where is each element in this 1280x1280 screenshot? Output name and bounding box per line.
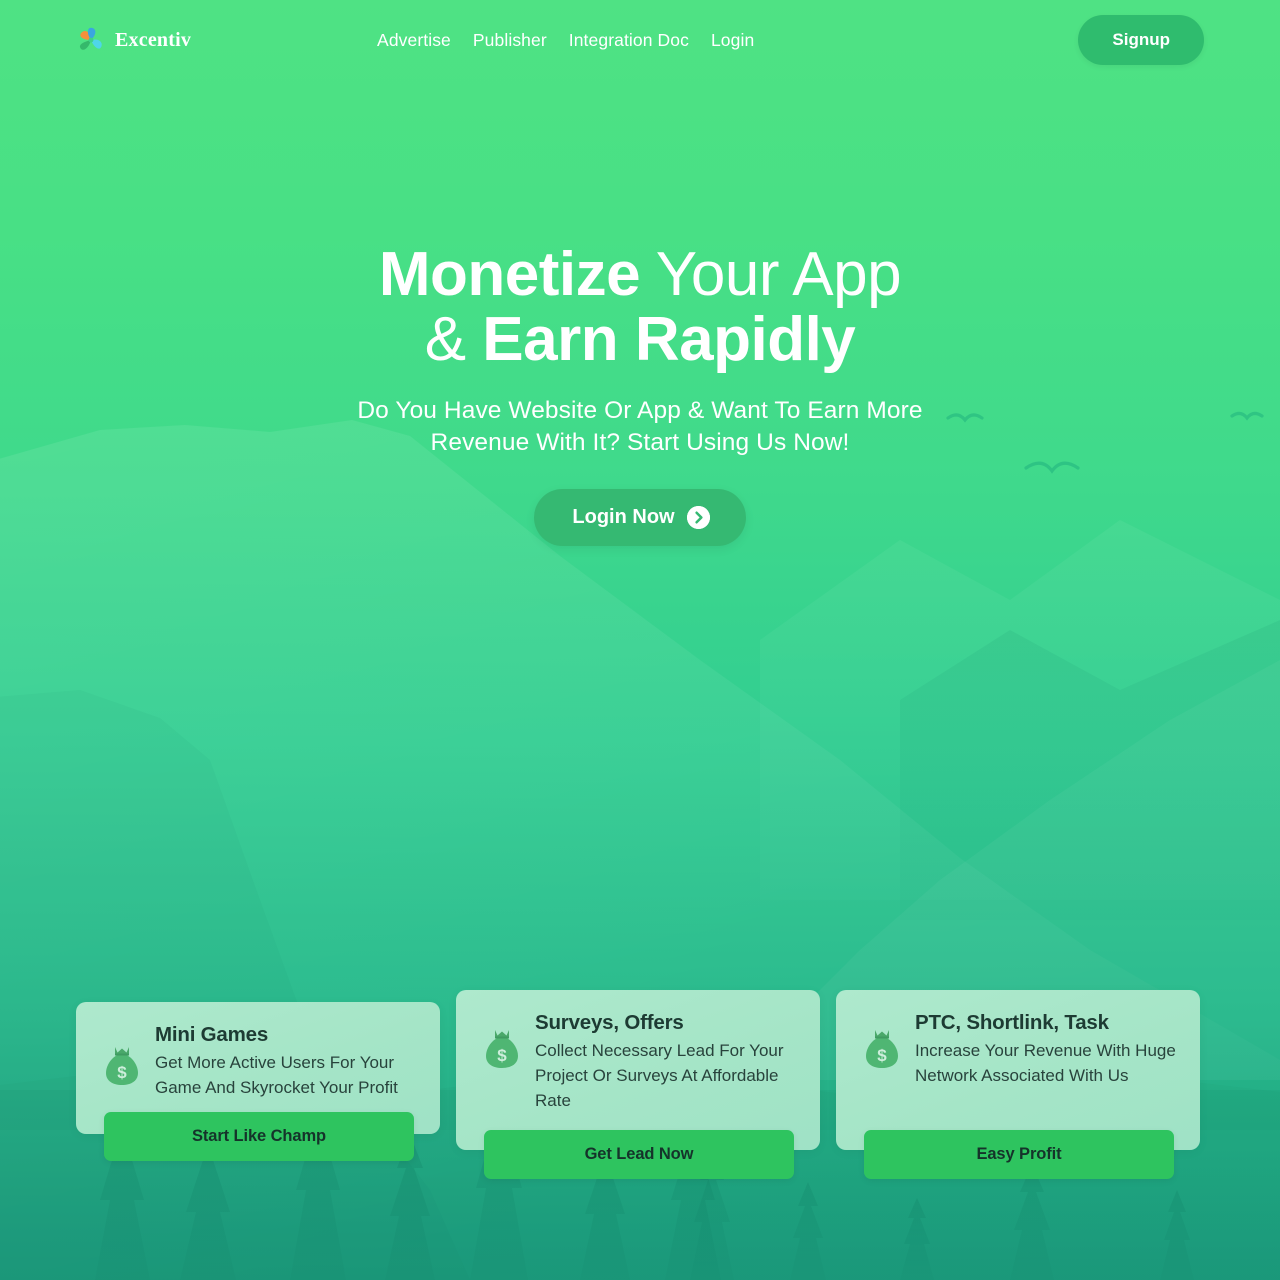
hero-subtitle-line-2: Revenue With It? Start Using Us Now! bbox=[430, 428, 850, 456]
nav-item-publisher[interactable]: Publisher bbox=[473, 30, 547, 51]
site-header: Excentiv Advertise Publisher Integration… bbox=[0, 0, 1280, 80]
hero-title-light-1: Your App bbox=[640, 240, 902, 309]
hero-cta-wrapper: Login Now bbox=[0, 489, 1280, 547]
card-content: $ Mini Games Get More Active Users For Y… bbox=[76, 1002, 440, 1101]
card-description: Collect Necessary Lead For Your Project … bbox=[535, 1041, 784, 1110]
svg-text:$: $ bbox=[497, 1046, 507, 1065]
pinwheel-logo-icon bbox=[76, 25, 106, 55]
hero-title-bold-1: Monetize bbox=[378, 240, 641, 309]
card-text: Surveys, Offers Collect Necessary Lead F… bbox=[535, 1010, 798, 1114]
card-content: $ PTC, Shortlink, Task Increase Your Rev… bbox=[836, 990, 1200, 1089]
card-title: Surveys, Offers bbox=[535, 1011, 684, 1034]
login-now-button[interactable]: Login Now bbox=[534, 489, 746, 547]
hero-subtitle: Do You Have Website Or App & Want To Ear… bbox=[0, 395, 1280, 459]
card-description: Increase Your Revenue With Huge Network … bbox=[915, 1041, 1176, 1085]
money-bag-icon: $ bbox=[862, 1027, 902, 1071]
hero-title-bold-2: Earn Rapidly bbox=[482, 304, 856, 374]
get-lead-now-button[interactable]: Get Lead Now bbox=[484, 1130, 794, 1179]
feature-cards: $ Mini Games Get More Active Users For Y… bbox=[76, 980, 1204, 1280]
far-hills-layer bbox=[760, 520, 1280, 920]
easy-profit-button[interactable]: Easy Profit bbox=[864, 1130, 1174, 1179]
nav-item-integration-doc[interactable]: Integration Doc bbox=[569, 30, 689, 51]
nav-item-login[interactable]: Login bbox=[711, 30, 754, 51]
brand-logo[interactable]: Excentiv bbox=[76, 25, 191, 55]
arrow-right-circle-icon bbox=[686, 506, 710, 530]
hero-title-light-2: & bbox=[424, 304, 483, 374]
hero-title: Monetize Your App & Earn Rapidly bbox=[0, 243, 1280, 372]
money-bag-icon: $ bbox=[102, 1044, 142, 1088]
card-text: Mini Games Get More Active Users For You… bbox=[155, 1022, 417, 1101]
feature-card-surveys-offers: $ Surveys, Offers Collect Necessary Lead… bbox=[456, 990, 820, 1179]
card-description: Get More Active Users For Your Game And … bbox=[155, 1053, 398, 1097]
main-nav: Advertise Publisher Integration Doc Logi… bbox=[377, 30, 754, 51]
feature-card-ptc-shortlink-task: $ PTC, Shortlink, Task Increase Your Rev… bbox=[836, 990, 1200, 1179]
card-title: PTC, Shortlink, Task bbox=[915, 1011, 1109, 1034]
brand-name: Excentiv bbox=[115, 28, 192, 51]
svg-text:$: $ bbox=[117, 1063, 127, 1082]
card-text: PTC, Shortlink, Task Increase Your Reven… bbox=[915, 1010, 1178, 1089]
signup-button[interactable]: Signup bbox=[1078, 15, 1204, 65]
hero-section: Monetize Your App & Earn Rapidly Do You … bbox=[0, 0, 1280, 547]
money-bag-icon: $ bbox=[482, 1027, 522, 1071]
hero-subtitle-line-1: Do You Have Website Or App & Want To Ear… bbox=[357, 396, 923, 424]
card-content: $ Surveys, Offers Collect Necessary Lead… bbox=[456, 990, 820, 1114]
svg-text:$: $ bbox=[877, 1046, 887, 1065]
feature-card-mini-games: $ Mini Games Get More Active Users For Y… bbox=[76, 1002, 440, 1161]
nav-item-advertise[interactable]: Advertise bbox=[377, 30, 451, 51]
login-now-label: Login Now bbox=[572, 506, 675, 529]
landing-page: Excentiv Advertise Publisher Integration… bbox=[0, 0, 1280, 1280]
start-like-champ-button[interactable]: Start Like Champ bbox=[104, 1112, 414, 1161]
card-title: Mini Games bbox=[155, 1023, 269, 1046]
